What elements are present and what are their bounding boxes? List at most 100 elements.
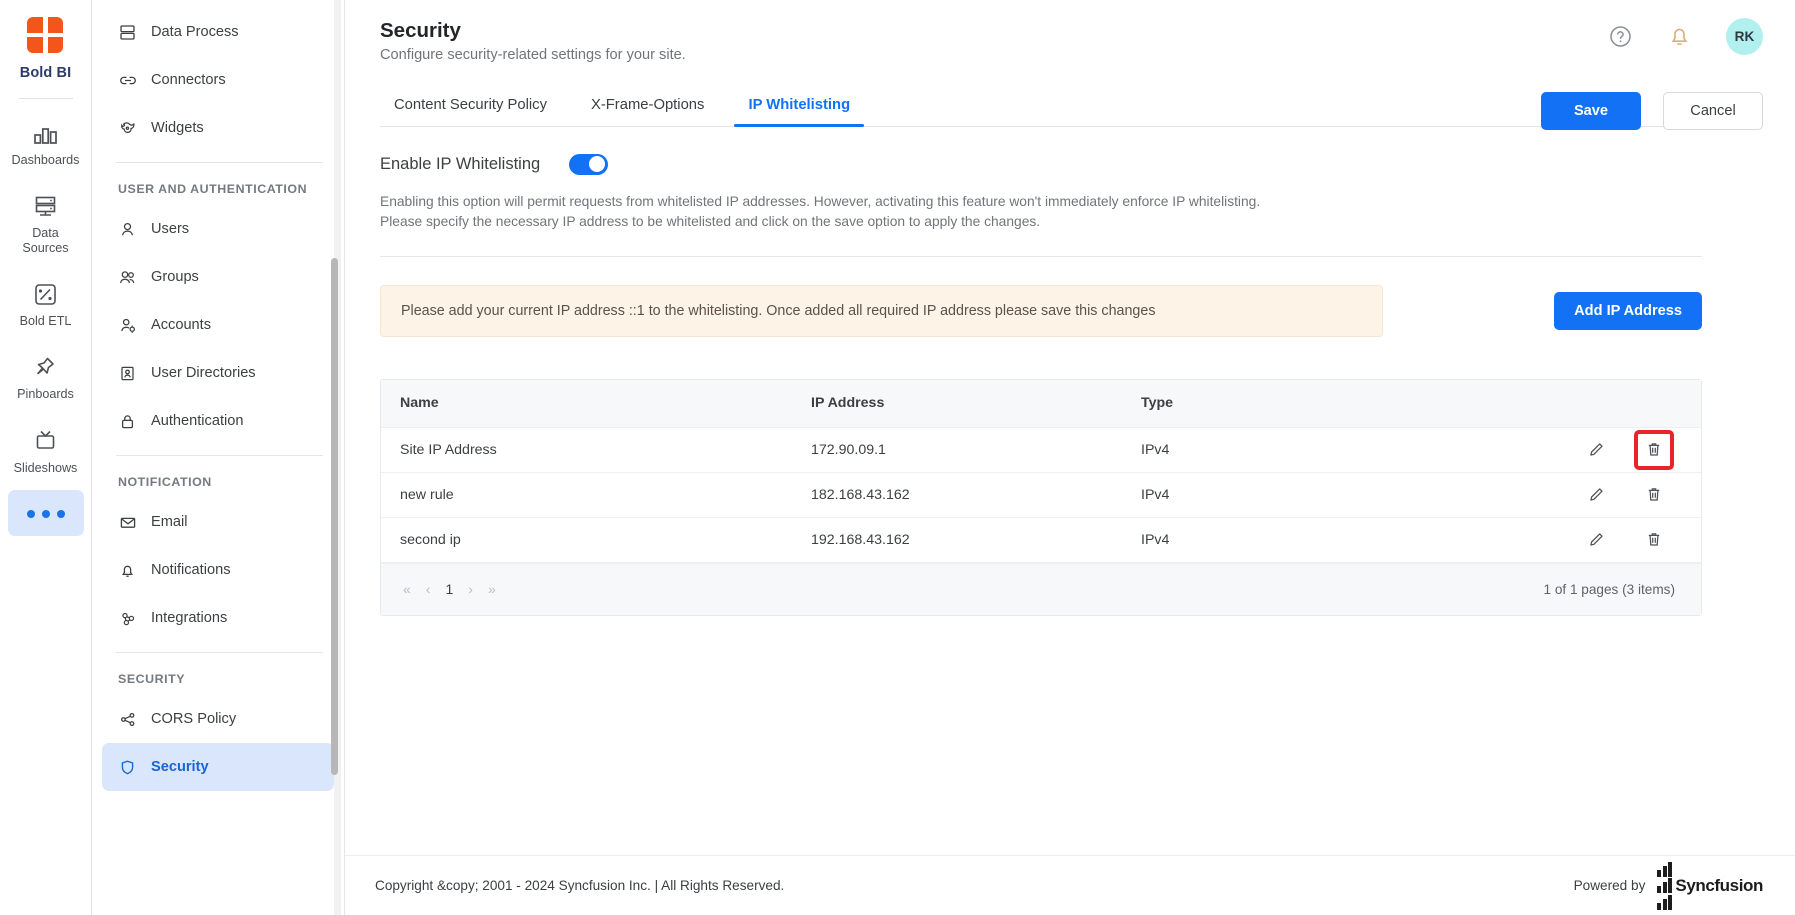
sidebar-heading-notification: NOTIFICATION bbox=[118, 475, 212, 489]
sidebar-item-user-directories[interactable]: User Directories bbox=[102, 349, 334, 397]
enable-ip-whitelisting-toggle[interactable] bbox=[569, 153, 609, 175]
rail-item-label: Dashboards bbox=[11, 153, 80, 167]
sidebar-item-data-process[interactable]: Data Process bbox=[102, 8, 334, 56]
cell-name: Site IP Address bbox=[400, 441, 497, 458]
pagination-page-1[interactable]: 1 bbox=[445, 581, 453, 597]
sidebar-item-label: Security bbox=[151, 759, 209, 775]
sidebar-item-integrations[interactable]: Integrations bbox=[102, 594, 334, 642]
tab-content-security-policy[interactable]: Content Security Policy bbox=[380, 97, 561, 126]
sidebar-item-authentication[interactable]: Authentication bbox=[102, 397, 334, 445]
widgets-icon bbox=[118, 120, 137, 137]
sidebar-scrollbar-track[interactable] bbox=[331, 0, 341, 915]
enable-ip-whitelisting-label: Enable IP Whitelisting bbox=[380, 154, 541, 173]
copyright-text: Copyright &copy; 2001 - 2024 Syncfusion … bbox=[375, 878, 785, 893]
rail-item-pinboards[interactable]: Pinboards bbox=[8, 343, 84, 410]
pagination: « ‹ 1 › » bbox=[403, 581, 496, 597]
primary-icon-rail: Bold BI Dashboards Data Sources Bold ETL… bbox=[0, 0, 92, 915]
link-icon bbox=[118, 72, 137, 89]
sidebar-item-groups[interactable]: Groups bbox=[102, 253, 334, 301]
lock-icon bbox=[118, 413, 137, 430]
rail-item-bold-etl[interactable]: Bold ETL bbox=[8, 270, 84, 337]
more-dots-icon bbox=[26, 500, 65, 528]
table-row[interactable]: new rule 182.168.43.162 IPv4 bbox=[381, 473, 1701, 518]
trash-icon[interactable] bbox=[1637, 523, 1671, 557]
description-line-1: Enabling this option will permit request… bbox=[380, 193, 1261, 209]
table-row[interactable]: Site IP Address 172.90.09.1 IPv4 bbox=[381, 428, 1701, 473]
edit-icon[interactable] bbox=[1579, 478, 1613, 512]
brand-label: Bold BI bbox=[19, 65, 72, 81]
app-root: Bold BI Dashboards Data Sources Bold ETL… bbox=[0, 0, 1795, 915]
sidebar-item-label: Email bbox=[151, 514, 188, 530]
pagination-first[interactable]: « bbox=[403, 581, 411, 597]
etl-icon bbox=[33, 280, 58, 308]
avatar[interactable]: RK bbox=[1726, 18, 1763, 55]
cell-ip-address: 182.168.43.162 bbox=[811, 486, 910, 503]
page-title: Security bbox=[380, 19, 461, 42]
rail-item-data-sources[interactable]: Data Sources bbox=[8, 182, 84, 264]
edit-icon[interactable] bbox=[1579, 523, 1613, 557]
sidebar-item-label: Widgets bbox=[151, 120, 204, 136]
bell-icon bbox=[118, 562, 137, 579]
id-card-icon bbox=[118, 365, 137, 382]
syncfusion-bars-icon bbox=[1657, 861, 1673, 910]
rail-divider bbox=[18, 98, 73, 99]
syncfusion-wordmark: Syncfusion bbox=[1675, 875, 1763, 895]
sidebar-item-security[interactable]: Security bbox=[102, 743, 334, 791]
pagination-prev[interactable]: ‹ bbox=[426, 581, 431, 597]
pagination-next[interactable]: › bbox=[468, 581, 473, 597]
sidebar-item-notifications[interactable]: Notifications bbox=[102, 546, 334, 594]
rail-item-label: Pinboards bbox=[17, 387, 74, 402]
cancel-button[interactable]: Cancel bbox=[1663, 92, 1763, 130]
tab-ip-whitelisting[interactable]: IP Whitelisting bbox=[734, 97, 864, 128]
cell-ip-address: 172.90.09.1 bbox=[811, 441, 886, 458]
share-nodes-icon bbox=[118, 711, 137, 728]
rail-item-dashboards[interactable]: Dashboards bbox=[8, 109, 84, 176]
rail-item-slideshows[interactable]: Slideshows bbox=[8, 417, 84, 484]
sidebar-divider bbox=[116, 455, 323, 456]
pagination-last[interactable]: » bbox=[488, 581, 496, 597]
sidebar-item-cors-policy[interactable]: CORS Policy bbox=[102, 695, 334, 743]
table-footer: « ‹ 1 › » 1 of 1 pages (3 items) bbox=[381, 562, 1701, 615]
brand-logo[interactable]: Bold BI bbox=[20, 14, 71, 81]
whitelisting-description: Enabling this option will permit request… bbox=[380, 192, 1702, 232]
current-ip-alert: Please add your current IP address ::1 t… bbox=[380, 284, 1383, 337]
page-header: Security Configure security-related sett… bbox=[345, 0, 1795, 63]
sidebar-scrollbar-thumb[interactable] bbox=[331, 258, 338, 775]
cell-actions bbox=[1471, 429, 1701, 470]
sidebar-item-label: Accounts bbox=[151, 317, 212, 333]
sidebar-item-email[interactable]: Email bbox=[102, 498, 334, 546]
secondary-sidebar: Data Process Connectors Widgets USER AND… bbox=[92, 0, 345, 915]
description-line-2: Please specify the necessary IP address … bbox=[380, 213, 1041, 229]
edit-icon[interactable] bbox=[1579, 433, 1613, 467]
rail-item-label: Slideshows bbox=[13, 460, 78, 475]
sidebar-item-widgets[interactable]: Widgets bbox=[102, 104, 334, 152]
form-action-buttons: Save Cancel bbox=[1541, 92, 1763, 130]
help-circle-icon[interactable] bbox=[1608, 24, 1633, 49]
database-icon bbox=[33, 192, 58, 220]
cell-name: second ip bbox=[400, 531, 461, 548]
section-divider bbox=[380, 255, 1702, 257]
tab-x-frame-options[interactable]: X-Frame-Options bbox=[577, 97, 718, 126]
trash-icon[interactable] bbox=[1637, 478, 1671, 512]
sidebar-item-accounts[interactable]: Accounts bbox=[102, 301, 334, 349]
table-row[interactable]: second ip 192.168.43.162 IPv4 bbox=[381, 518, 1701, 563]
notification-bell-icon[interactable] bbox=[1667, 24, 1692, 49]
sidebar-item-users[interactable]: Users bbox=[102, 205, 334, 253]
main-content: Security Configure security-related sett… bbox=[345, 0, 1795, 915]
save-button[interactable]: Save bbox=[1541, 92, 1641, 130]
sidebar-item-label: Users bbox=[151, 221, 190, 237]
users-group-icon bbox=[118, 269, 137, 286]
cell-type: IPv4 bbox=[1141, 531, 1170, 548]
add-ip-address-button[interactable]: Add IP Address bbox=[1554, 291, 1702, 330]
trash-icon[interactable] bbox=[1634, 429, 1674, 470]
rail-item-more[interactable] bbox=[7, 489, 84, 536]
settings-tabs: Content Security Policy X-Frame-Options … bbox=[380, 97, 1702, 128]
sidebar-item-connectors[interactable]: Connectors bbox=[102, 56, 334, 104]
rail-item-label: Data Sources bbox=[22, 226, 69, 256]
data-process-icon bbox=[118, 24, 137, 41]
alert-row: Please add your current IP address ::1 t… bbox=[380, 284, 1702, 337]
column-header-name: Name bbox=[400, 395, 439, 412]
tv-icon bbox=[33, 427, 58, 455]
sidebar-item-label: Integrations bbox=[151, 610, 228, 626]
bar-chart-icon bbox=[33, 119, 58, 147]
